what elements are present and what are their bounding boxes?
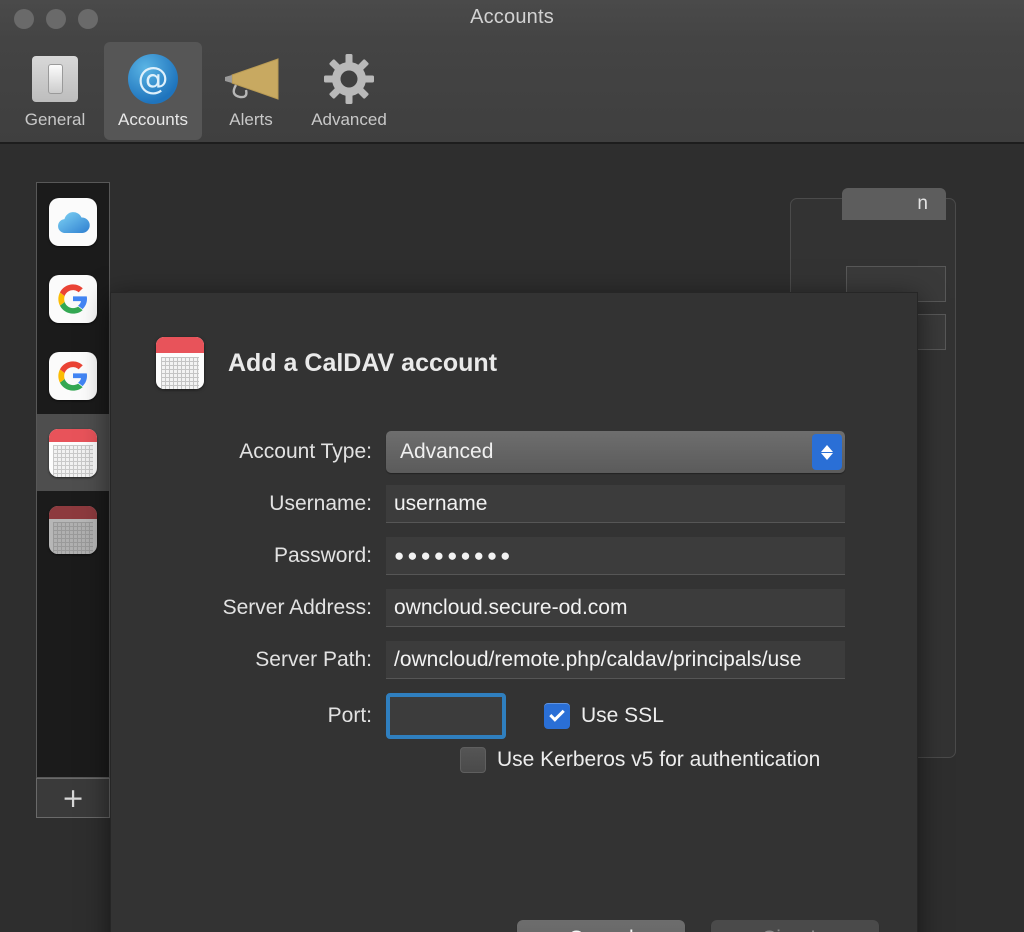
form-row-account-type: Account Type: Advanced	[111, 431, 919, 473]
label-account-type: Account Type:	[239, 440, 372, 463]
cancel-button[interactable]: Cancel	[517, 920, 685, 932]
use-ssl-label: Use SSL	[581, 704, 664, 727]
toolbar-label-accounts: Accounts	[118, 110, 188, 129]
form-row-server-path: Server Path: /owncloud/remote.php/caldav…	[111, 641, 919, 679]
use-kerberos-checkbox[interactable]	[460, 747, 486, 773]
at-sign-icon: @	[121, 50, 185, 108]
window-title: Accounts	[470, 6, 554, 28]
dialog-buttons: Cancel Sign In	[517, 920, 879, 932]
account-form: Account Type: Advanced Username: usernam…	[111, 431, 919, 773]
icloud-icon	[49, 197, 97, 246]
sign-in-button: Sign In	[711, 920, 879, 932]
list-item-google-account-1[interactable]	[37, 260, 109, 337]
switch-icon	[23, 50, 87, 108]
google-icon	[49, 351, 97, 400]
password-input[interactable]: ●●●●●●●●●	[386, 537, 845, 575]
calendar-icon	[49, 428, 97, 477]
form-row-port: Port: Use SSL	[111, 693, 919, 739]
preferences-toolbar: General @ Accounts Alerts Advanced	[0, 40, 1024, 144]
label-server-address: Server Address:	[222, 596, 372, 619]
label-port: Port:	[327, 704, 372, 727]
calendar-icon	[49, 505, 97, 554]
gear-icon	[317, 50, 381, 108]
title-bar: Accounts	[0, 0, 1024, 40]
label-password: Password:	[273, 544, 372, 567]
megaphone-icon	[219, 50, 283, 108]
calendar-icon	[156, 337, 204, 389]
dialog-header: Add a CalDAV account	[156, 337, 497, 389]
toolbar-label-general: General	[24, 110, 86, 129]
use-kerberos-checkbox-group[interactable]: Use Kerberos v5 for authentication	[460, 747, 919, 773]
server-path-input[interactable]: /owncloud/remote.php/caldav/principals/u…	[386, 641, 845, 679]
use-kerberos-label: Use Kerberos v5 for authentication	[497, 748, 821, 771]
use-ssl-checkbox-group[interactable]: Use SSL	[544, 703, 664, 729]
toolbar-item-advanced[interactable]: Advanced	[300, 42, 398, 140]
accounts-pane: n cip ion	[0, 146, 1024, 932]
background-tab[interactable]: n	[842, 188, 946, 220]
label-username: Username:	[269, 492, 372, 515]
username-input[interactable]: username	[386, 485, 845, 523]
chevron-updown-icon[interactable]	[812, 434, 842, 470]
add-caldav-account-dialog: Add a CalDAV account Account Type: Advan…	[110, 292, 918, 932]
port-input[interactable]	[386, 693, 506, 739]
label-server-path: Server Path:	[255, 648, 372, 671]
toolbar-item-general[interactable]: General	[6, 42, 104, 140]
toolbar-item-alerts[interactable]: Alerts	[202, 42, 300, 140]
use-ssl-checkbox[interactable]	[544, 703, 570, 729]
dialog-title: Add a CalDAV account	[228, 348, 498, 377]
list-item-icloud-account[interactable]	[37, 183, 109, 260]
account-type-popup[interactable]: Advanced	[386, 431, 845, 473]
toolbar-label-advanced: Advanced	[311, 110, 387, 129]
form-row-server-address: Server Address: owncloud.secure-od.com	[111, 589, 919, 627]
form-row-username: Username: username	[111, 485, 919, 523]
add-account-button[interactable]: +	[36, 778, 110, 818]
server-address-input[interactable]: owncloud.secure-od.com	[386, 589, 845, 627]
form-row-password: Password: ●●●●●●●●●	[111, 537, 919, 575]
toolbar-label-alerts: Alerts	[229, 110, 273, 129]
account-type-value: Advanced	[400, 440, 494, 463]
toolbar-item-accounts[interactable]: @ Accounts	[104, 42, 202, 140]
accounts-list[interactable]	[36, 182, 110, 778]
list-item-disabled-account[interactable]	[37, 491, 109, 568]
preferences-window: Accounts General @ Accounts Alerts Advan…	[0, 0, 1024, 932]
checkmark-icon	[549, 706, 565, 722]
list-item-google-account-2[interactable]	[37, 337, 109, 414]
plus-icon: +	[61, 782, 85, 814]
google-icon	[49, 274, 97, 323]
list-item-caldav-account[interactable]	[37, 414, 109, 491]
